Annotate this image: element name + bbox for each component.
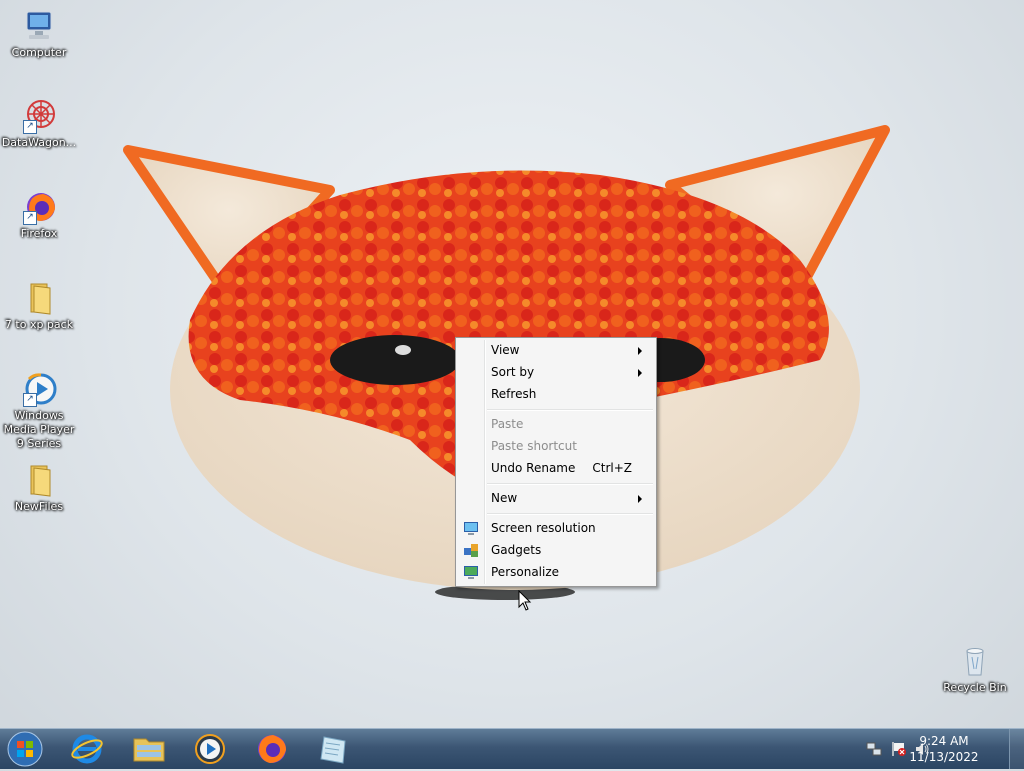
folder-icon	[21, 280, 57, 316]
menu-item-label: View	[491, 343, 520, 357]
shortcut-arrow-icon: ↗	[23, 120, 37, 134]
firefox-shortcut-icon: ↗	[21, 189, 57, 225]
submenu-arrow-icon	[638, 369, 642, 377]
desktop-icon-label: Firefox	[20, 227, 58, 240]
clock-date: 11/13/2022	[909, 750, 979, 764]
desktop-icon-label: 7 to xp pack	[4, 318, 74, 331]
gadgets-icon	[463, 542, 479, 558]
menu-item-label: Gadgets	[491, 543, 542, 557]
folder-icon	[21, 462, 57, 498]
menu-item-label: Refresh	[491, 387, 537, 401]
menu-separator	[487, 409, 653, 411]
clock-time: 9:24 AM	[919, 734, 969, 748]
desktop-icon-datawagon[interactable]: ↗ DataWagon...	[1, 98, 77, 150]
taskbar-internet-explorer[interactable]	[60, 731, 114, 767]
taskbar-notepad[interactable]	[307, 731, 361, 767]
personalize-icon	[463, 564, 479, 580]
menu-item-label: Sort by	[491, 365, 535, 379]
desktop-icon-label: Windows Media Player 9 Series	[3, 409, 75, 450]
screen-resolution-icon	[463, 520, 479, 536]
desktop-icon-label: DataWagon...	[1, 136, 77, 149]
menu-item-label: Paste shortcut	[491, 439, 577, 453]
notepad-icon	[320, 736, 346, 764]
mouse-cursor-icon	[518, 590, 532, 611]
menu-separator	[487, 483, 653, 485]
computer-icon	[21, 8, 57, 44]
menu-item-paste-shortcut[interactable]: Paste shortcut	[458, 435, 652, 457]
windows-explorer-icon	[133, 738, 165, 762]
menu-item-label: Undo Rename	[491, 461, 576, 475]
menu-item-label: Paste	[491, 417, 524, 431]
desktop-icon-newfiles[interactable]: NewFiles	[1, 462, 77, 514]
menu-item-shortcut: Ctrl+Z	[592, 461, 632, 475]
desktop-icon-7-to-xp-pack[interactable]: 7 to xp pack	[1, 280, 77, 332]
taskbar-firefox[interactable]	[245, 731, 299, 767]
system-clock[interactable]: 9:24 AM 11/13/2022	[904, 733, 984, 765]
menu-item-label: Personalize	[491, 565, 560, 579]
taskbar-windows-explorer[interactable]	[122, 731, 176, 767]
submenu-arrow-icon	[638, 347, 642, 355]
menu-item-new[interactable]: New	[458, 487, 652, 509]
internet-explorer-icon	[71, 734, 103, 764]
start-button[interactable]	[5, 730, 45, 768]
menu-item-undo-rename[interactable]: Undo Rename Ctrl+Z	[458, 457, 652, 479]
start-orb-icon	[7, 731, 43, 767]
desktop-context-menu: View Sort by Refresh Paste Paste shortcu…	[455, 337, 657, 587]
submenu-arrow-icon	[638, 495, 642, 503]
taskbar-windows-media-player[interactable]	[183, 731, 237, 767]
taskbar: 9:24 AM 11/13/2022	[0, 728, 1024, 769]
menu-item-view[interactable]: View	[458, 339, 652, 361]
desktop-icon-label: Recycle Bin	[943, 681, 1007, 694]
menu-item-paste[interactable]: Paste	[458, 413, 652, 435]
desktop-icon-computer[interactable]: Computer	[1, 8, 77, 60]
windows-media-player-icon: ↗	[21, 371, 57, 407]
datawagon-shortcut-icon: ↗	[21, 98, 57, 134]
desktop-icon-firefox[interactable]: ↗ Firefox	[1, 189, 77, 241]
desktop-icon-recycle-bin[interactable]: Recycle Bin	[937, 643, 1013, 695]
menu-separator	[487, 513, 653, 515]
shortcut-arrow-icon: ↗	[23, 211, 37, 225]
menu-item-gadgets[interactable]: Gadgets	[458, 539, 652, 561]
menu-item-personalize[interactable]: Personalize	[458, 561, 652, 583]
menu-item-sort-by[interactable]: Sort by	[458, 361, 652, 383]
desktop-icon-label: Computer	[11, 46, 67, 59]
recycle-bin-icon	[957, 643, 993, 679]
desktop-icon-windows-media-player[interactable]: ↗ Windows Media Player 9 Series	[1, 371, 77, 451]
desktop-icon-label: NewFiles	[14, 500, 64, 513]
menu-item-label: Screen resolution	[491, 521, 596, 535]
windows-media-player-icon	[195, 734, 225, 764]
menu-item-screen-resolution[interactable]: Screen resolution	[458, 517, 652, 539]
menu-item-refresh[interactable]: Refresh	[458, 383, 652, 405]
network-icon[interactable]	[866, 741, 882, 757]
shortcut-arrow-icon: ↗	[23, 393, 37, 407]
firefox-icon	[258, 735, 286, 763]
menu-item-label: New	[491, 491, 518, 505]
show-desktop-button[interactable]	[1009, 729, 1024, 769]
